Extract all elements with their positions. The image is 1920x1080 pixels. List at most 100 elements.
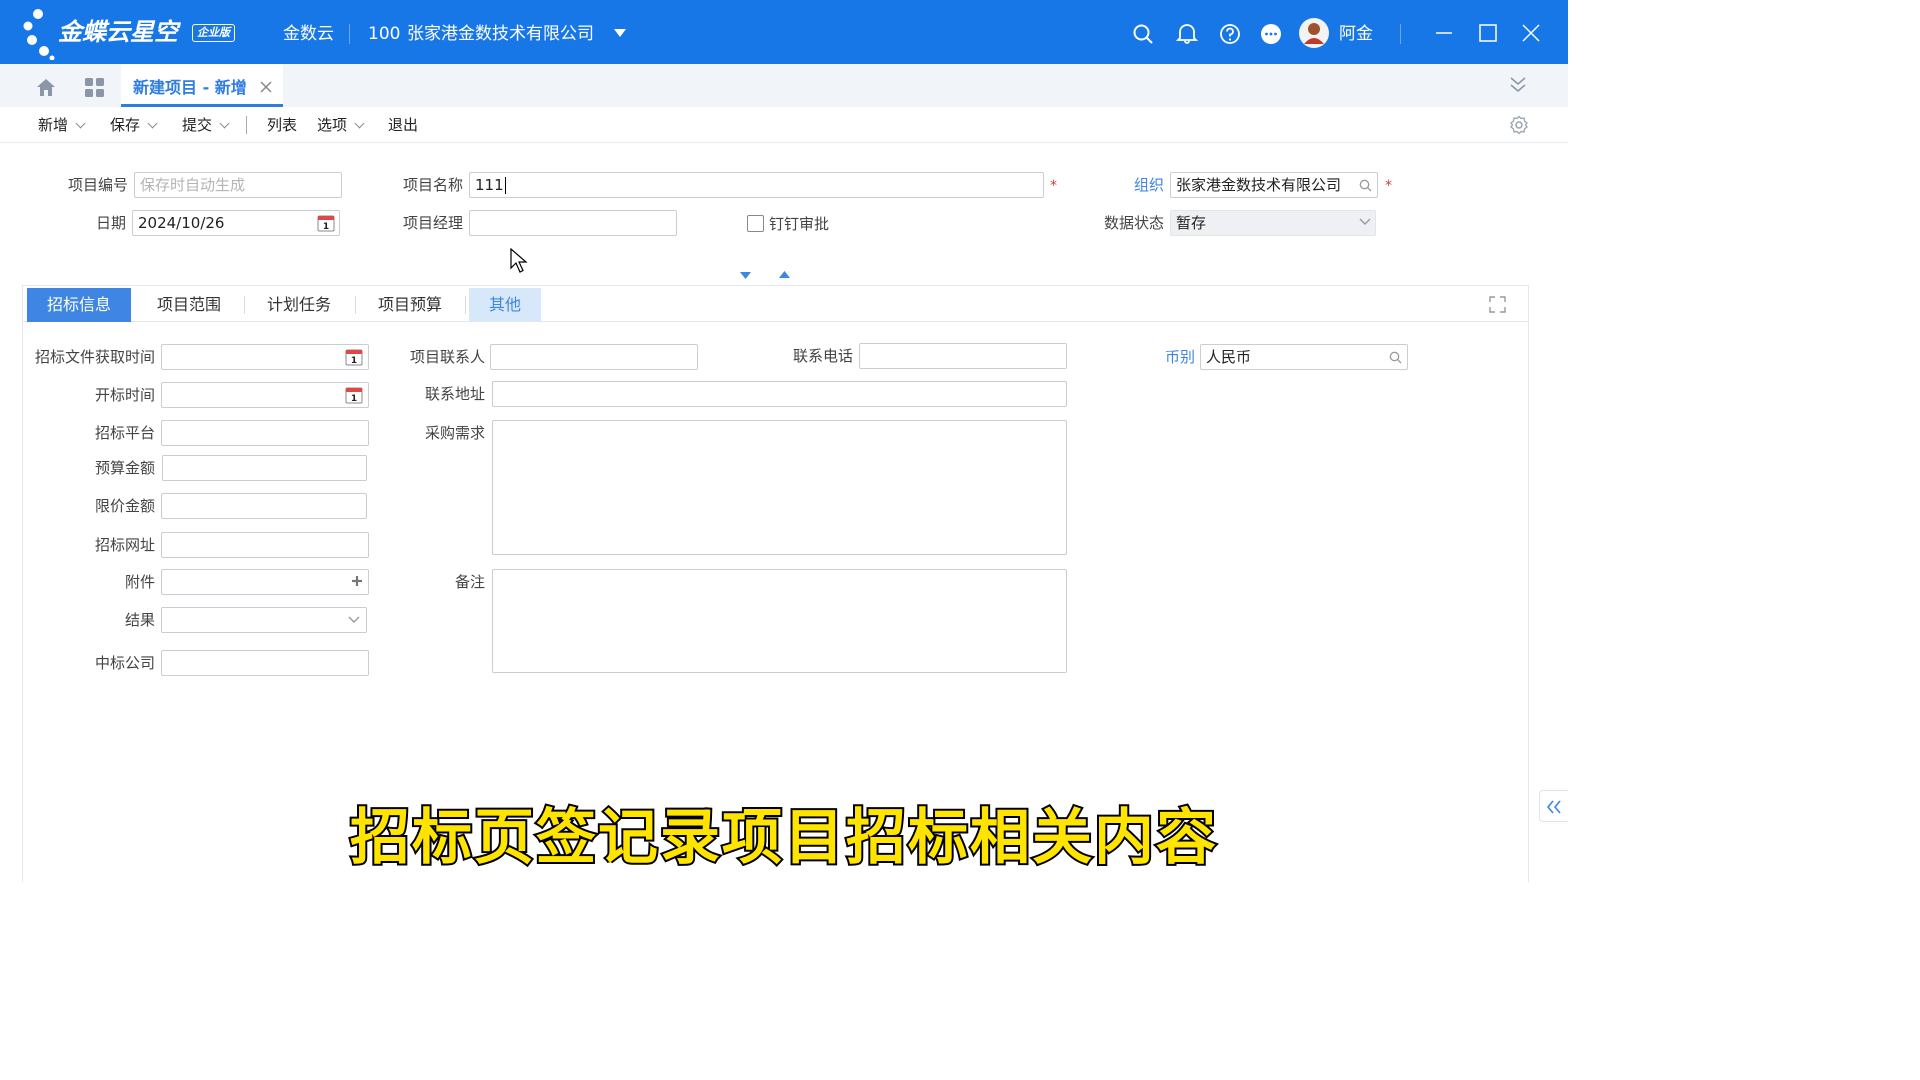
budget-label: 预算金额 (94, 459, 155, 477)
kingdee-logo-icon (23, 9, 55, 60)
tab-other[interactable]: 其他 (469, 288, 541, 322)
demand-textarea[interactable] (492, 420, 1067, 555)
help-icon[interactable] (1219, 23, 1241, 45)
project-name-label: 项目名称 (402, 176, 463, 194)
close-window-icon[interactable] (1520, 22, 1542, 44)
bell-icon[interactable] (1176, 22, 1198, 44)
minimize-icon[interactable] (1433, 22, 1455, 44)
limit-price-field[interactable] (161, 493, 367, 519)
divider (349, 24, 350, 44)
dingtalk-checkbox[interactable] (747, 215, 764, 232)
dingtalk-label: 钉钉审批 (769, 215, 830, 233)
manager-field[interactable] (469, 210, 677, 236)
product-name[interactable]: 金数云 (283, 24, 334, 44)
search-icon[interactable] (1132, 23, 1154, 45)
calendar-icon[interactable]: 1 (317, 214, 335, 232)
submit-button-label: 提交 (182, 116, 213, 134)
limit-price-label: 限价金额 (94, 497, 155, 515)
chevron-down-icon (354, 118, 365, 129)
mouse-cursor-icon (510, 248, 528, 273)
home-icon[interactable] (35, 76, 57, 98)
contact-field[interactable] (490, 344, 698, 370)
currency-label: 币别 (1164, 348, 1195, 366)
budget-field[interactable] (162, 455, 367, 481)
tender-url-label: 招标网址 (94, 536, 155, 554)
required-mark: * (1385, 178, 1392, 194)
demand-label: 采购需求 (424, 424, 485, 442)
attachment-field[interactable] (161, 569, 369, 595)
org-code[interactable]: 100 (368, 24, 400, 44)
exit-button[interactable]: 退出 (388, 116, 418, 134)
platform-label: 招标平台 (94, 424, 155, 442)
divider (465, 296, 466, 314)
date-label: 日期 (95, 214, 126, 232)
search-icon[interactable] (1359, 179, 1372, 192)
winner-field[interactable] (161, 650, 369, 676)
app-logo-text: 金蝶云星空 (58, 18, 178, 46)
result-label: 结果 (124, 611, 155, 629)
tab-tender-info[interactable]: 招标信息 (27, 288, 131, 322)
address-label: 联系地址 (424, 385, 485, 403)
project-no-field[interactable]: 保存时自动生成 (134, 172, 342, 198)
maximize-icon[interactable] (1477, 22, 1499, 44)
required-mark: * (1050, 178, 1057, 194)
open-time-field[interactable] (161, 382, 369, 408)
chevron-down-icon (147, 118, 158, 129)
edition-badge: 企业版 (192, 24, 235, 42)
project-name-field[interactable]: 111 (469, 172, 1044, 198)
list-button[interactable]: 列表 (267, 116, 297, 134)
calendar-icon[interactable]: 1 (345, 348, 363, 366)
user-name[interactable]: 阿金 (1339, 24, 1373, 44)
divider (355, 296, 356, 314)
collapse-up-icon[interactable] (779, 271, 790, 278)
project-no-label: 项目编号 (67, 176, 128, 194)
result-select[interactable] (161, 607, 367, 633)
remark-textarea[interactable] (492, 569, 1067, 673)
tab-plan-tasks[interactable]: 计划任务 (247, 288, 351, 322)
chevron-down-icon (219, 118, 230, 129)
phone-field[interactable] (859, 343, 1067, 369)
chevron-down-icon (75, 118, 86, 129)
contact-label: 项目联系人 (409, 348, 485, 366)
tender-url-field[interactable] (161, 532, 369, 558)
doc-time-label: 招标文件获取时间 (34, 348, 155, 366)
avatar[interactable] (1299, 18, 1329, 48)
svg-text:1: 1 (351, 356, 357, 366)
org-field[interactable]: 张家港金数技术有限公司 (1170, 172, 1378, 198)
video-caption: 招标页签记录项目招标相关内容 (348, 801, 1218, 875)
attachment-label: 附件 (124, 573, 155, 591)
close-tab-icon[interactable] (260, 81, 272, 93)
winner-label: 中标公司 (94, 654, 155, 672)
platform-field[interactable] (161, 420, 369, 446)
project-name-value: 111 (475, 176, 504, 194)
new-button-label: 新增 (38, 116, 69, 134)
open-time-label: 开标时间 (94, 386, 155, 404)
calendar-icon[interactable]: 1 (345, 386, 363, 404)
save-button[interactable]: 保存 (110, 116, 158, 134)
org-switcher[interactable]: 张家港金数技术有限公司 (407, 24, 594, 44)
search-icon[interactable] (1389, 351, 1402, 364)
tab-new-project[interactable]: 新建项目 - 新增 (121, 64, 283, 107)
svg-text:1: 1 (323, 222, 329, 232)
currency-field[interactable]: 人民币 (1200, 344, 1408, 370)
double-chevron-down-icon[interactable] (1508, 76, 1528, 94)
address-field[interactable] (492, 381, 1067, 407)
tab-project-budget[interactable]: 项目预算 (358, 288, 462, 322)
manager-label: 项目经理 (402, 214, 463, 232)
tab-project-scope[interactable]: 项目范围 (137, 288, 241, 322)
more-icon[interactable] (1260, 23, 1282, 45)
expand-down-icon[interactable] (740, 272, 751, 279)
caret-down-icon[interactable] (613, 28, 627, 38)
plus-icon[interactable] (351, 575, 363, 587)
fullscreen-icon[interactable] (1489, 296, 1506, 313)
submit-button[interactable]: 提交 (182, 116, 230, 134)
settings-gear-icon[interactable] (1509, 115, 1529, 135)
doc-time-field[interactable] (161, 344, 369, 370)
options-button[interactable]: 选项 (317, 116, 365, 134)
date-field[interactable]: 2024/10/26 (132, 210, 340, 236)
toolbar (0, 107, 1568, 143)
org-label: 组织 (1133, 176, 1164, 194)
app-grid-icon[interactable] (84, 77, 105, 98)
new-button[interactable]: 新增 (38, 116, 86, 134)
options-button-label: 选项 (317, 116, 348, 134)
